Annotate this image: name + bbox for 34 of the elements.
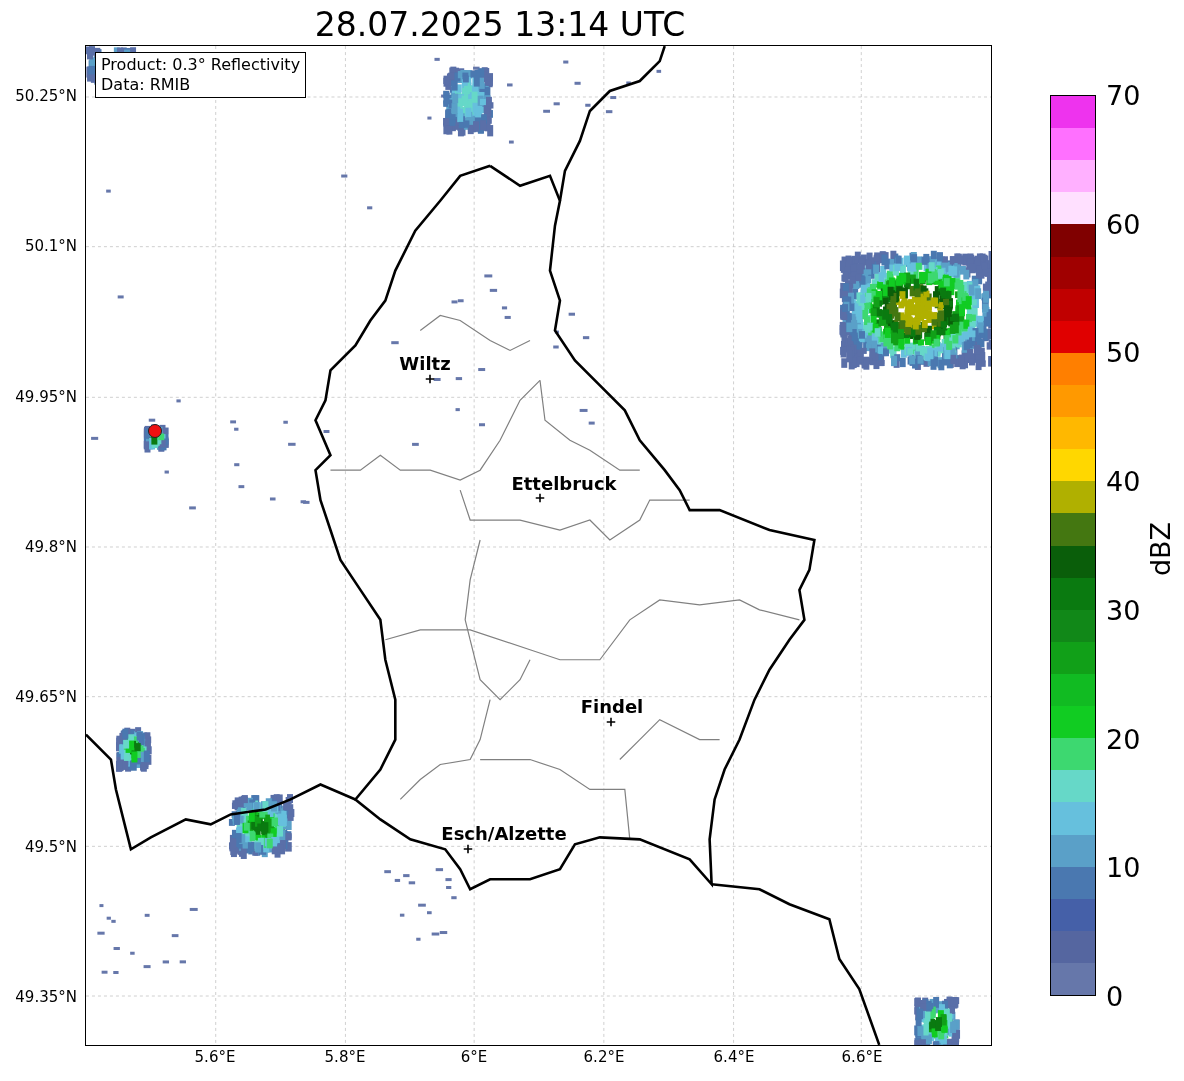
chart-title: 28.07.2025 13:14 UTC (314, 5, 686, 45)
longitude-tick-label: 6.2°E (583, 1048, 625, 1066)
place-label: Wiltz (399, 352, 451, 374)
latitude-tick-label: 50.25°N (15, 87, 77, 105)
colorbar-label: dBZ (1144, 521, 1176, 577)
colorbar-tick-label: 10 (1106, 851, 1141, 883)
longitude-tick-label: 5.8°E (324, 1048, 366, 1066)
place-label: Esch/Alzette (441, 822, 567, 844)
info-text: Product: 0.3° Reflectivity (101, 55, 301, 75)
radar-site-icon (148, 424, 162, 438)
longitude-tick-label: 6°E (460, 1048, 488, 1066)
place-label: Ettelbruck (511, 472, 617, 494)
longitude-tick-label: 6.4°E (713, 1048, 755, 1066)
latitude-tick-label: 49.5°N (24, 838, 77, 856)
place-marker-icon (535, 493, 545, 503)
longitude-tick-label: 6.6°E (841, 1048, 883, 1066)
colorbar-tick-label: 50 (1106, 336, 1141, 368)
latitude-tick-label: 49.65°N (15, 688, 77, 706)
latitude-tick-label: 49.35°N (15, 988, 77, 1006)
latitude-tick-label: 50.1°N (24, 237, 77, 255)
colorbar-tick-label: 70 (1106, 79, 1141, 111)
latitude-tick-label: 49.95°N (15, 388, 77, 406)
colorbar-tick-label: 30 (1106, 594, 1141, 626)
longitude-tick-label: 5.6°E (194, 1048, 236, 1066)
place-marker-icon (606, 717, 616, 727)
colorbar-tick-label: 60 (1106, 208, 1141, 240)
colorbar-tick-label: 40 (1106, 465, 1141, 497)
place-marker-icon (463, 844, 473, 854)
colorbar-tick-label: 0 (1106, 980, 1124, 1012)
place-marker-icon (425, 374, 435, 384)
info-text: Data: RMIB (101, 75, 192, 95)
latitude-tick-label: 49.8°N (24, 538, 77, 556)
place-label: Findel (580, 695, 644, 717)
colorbar-tick-label: 20 (1106, 723, 1141, 755)
